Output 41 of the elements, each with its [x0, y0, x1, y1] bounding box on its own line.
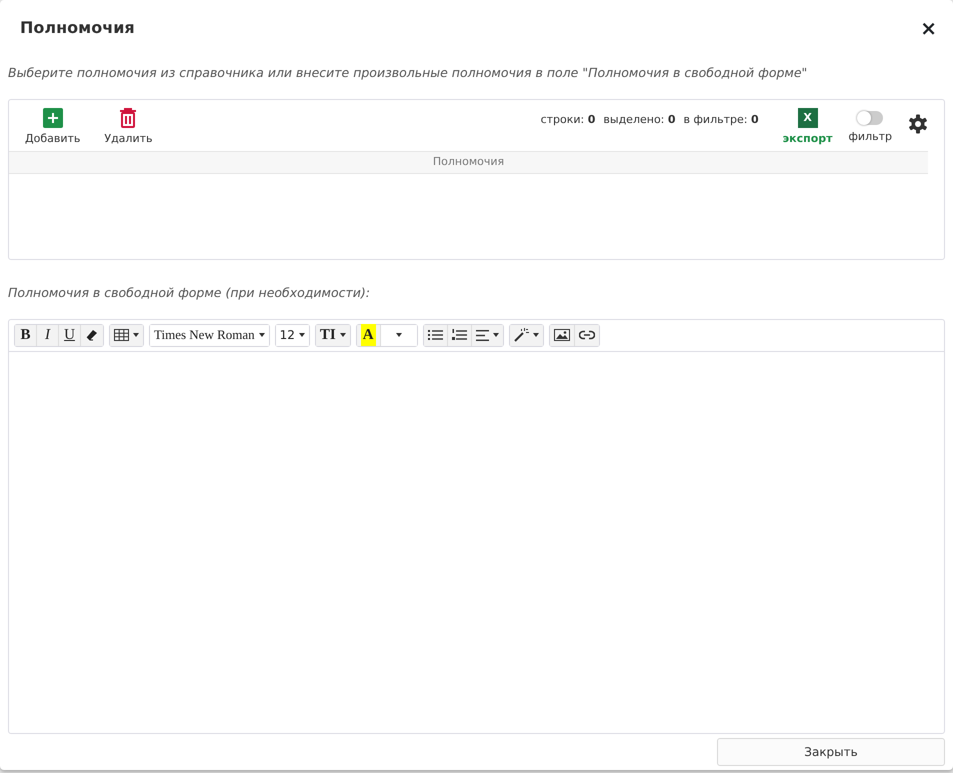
text-size-button[interactable]: TI [316, 324, 350, 346]
delete-button[interactable]: Удалить [104, 108, 152, 148]
image-button[interactable] [550, 324, 575, 346]
caret-icon [492, 333, 499, 337]
plus-icon [42, 108, 63, 128]
settings-button[interactable] [908, 112, 928, 136]
caret-icon [133, 333, 139, 337]
counter-text: в фильтре: 0 [684, 112, 759, 128]
caret-icon [258, 333, 265, 337]
caret-icon [532, 333, 539, 337]
bullet-list-icon [428, 329, 443, 341]
numbered-list-icon [452, 329, 467, 341]
dialog-title: Полномочия [20, 17, 135, 39]
table-icon [114, 329, 129, 341]
color-dropdown[interactable] [380, 324, 417, 346]
filter-toggle[interactable] [857, 110, 884, 125]
hint-text: Выберите полномочия из справочника или внесите произвольные полномочия в поле "Полномочия в свободной форме" [8, 64, 808, 82]
link-icon [578, 330, 595, 340]
image-icon [554, 329, 570, 341]
counter-text: строки: 0 [540, 112, 596, 128]
highlight-button[interactable]: A [356, 324, 381, 346]
trash-icon [119, 108, 138, 128]
close-button[interactable]: × [920, 18, 937, 38]
font-dropdown[interactable]: Times New Roman [150, 324, 269, 346]
filter-label: фильтр [848, 128, 892, 145]
dropdown[interactable]: 12 [276, 324, 309, 346]
close-button[interactable]: Закрыть [717, 738, 945, 766]
caret-icon [396, 333, 402, 337]
counter-text: выделено: 0 [603, 112, 676, 128]
eraser-icon [86, 329, 98, 341]
field-label: Полномочия в свободной форме (при необходимости): [8, 284, 371, 302]
bold-button[interactable]: B [15, 324, 37, 346]
column-header: Полномочия [9, 151, 928, 174]
align-left-icon [476, 330, 489, 340]
wand-icon [514, 328, 529, 342]
excel-icon: X [798, 108, 818, 128]
caret-icon [340, 333, 346, 337]
bullet-list-button[interactable] [424, 324, 448, 346]
export-button[interactable]: X экспорт [782, 108, 833, 148]
caret-icon [298, 333, 305, 337]
add-button[interactable]: Добавить [25, 108, 80, 148]
